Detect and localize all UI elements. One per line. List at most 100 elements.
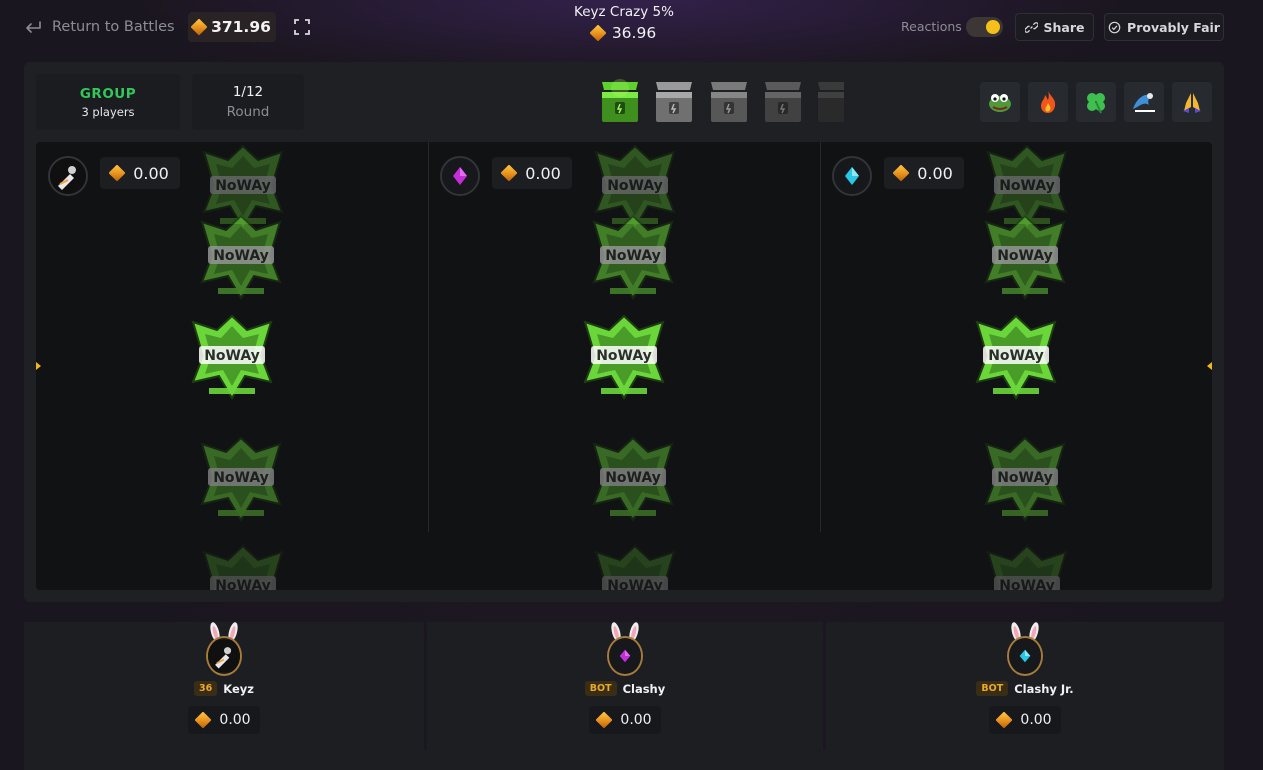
spinner-area: 0.00 0.00 0.00	[36, 142, 1212, 590]
gem-icon	[108, 164, 126, 182]
fire-reaction-icon	[1041, 91, 1056, 113]
provably-fair-label: Provably Fair	[1127, 19, 1220, 35]
toggle-knob	[986, 20, 1000, 34]
fullscreen-icon	[294, 19, 310, 35]
battle-title: Keyz Crazy 5%	[574, 4, 674, 20]
player-avatar-wrap	[204, 622, 244, 678]
return-to-battles-link[interactable]: Return to Battles	[24, 17, 175, 37]
lane-amount-value: 0.00	[525, 163, 561, 183]
share-label: Share	[1043, 19, 1085, 35]
chest-icon	[765, 82, 801, 122]
case-item-3[interactable]	[707, 78, 751, 126]
avatar	[1007, 636, 1043, 676]
fullscreen-button[interactable]	[294, 19, 310, 35]
reaction-wave-button[interactable]	[1124, 82, 1164, 122]
return-to-battles-label: Return to Battles	[52, 19, 175, 35]
player-avatar	[440, 156, 480, 196]
purple-gem-avatar-icon	[609, 640, 641, 672]
lane-amount: 0.00	[884, 157, 964, 189]
avatar-image	[208, 640, 240, 672]
player-name-row: BOT Clashy	[427, 681, 823, 696]
footer-strip	[24, 750, 1224, 770]
chest-icon	[711, 82, 747, 122]
player-cards: 36 Keyz 0.00 BOT Clashy 0.00 BOT Clashy …	[24, 622, 1224, 770]
lane-amount-value: 0.00	[917, 163, 953, 183]
avatar-image	[50, 158, 86, 194]
pepe-reaction-icon	[989, 94, 1011, 112]
battle-cost: 36.96	[524, 24, 724, 42]
round-label: Round	[226, 104, 270, 120]
gem-icon	[995, 711, 1013, 729]
cyan-gem-avatar-icon	[834, 158, 870, 194]
player-name[interactable]: Clashy	[623, 682, 666, 696]
case-queue	[598, 78, 848, 128]
case-item-active[interactable]	[598, 78, 642, 126]
player-name-row: BOT Clashy Jr.	[826, 681, 1224, 696]
avatar	[206, 636, 242, 676]
reaction-clover-button[interactable]	[1076, 82, 1116, 122]
player-avatar	[48, 156, 88, 196]
chest-icon	[656, 82, 692, 122]
player-amount-value: 0.00	[1020, 712, 1052, 728]
balance-display: 371.96	[188, 12, 276, 42]
spinner-lane-1: 0.00	[36, 142, 428, 590]
battle-cost-value: 36.96	[611, 24, 657, 42]
clover-reaction-icon	[1087, 93, 1105, 114]
case-item-5[interactable]	[814, 78, 844, 126]
player-amount: 0.00	[188, 706, 260, 734]
reactions-toggle[interactable]	[966, 17, 1003, 37]
player-amount-value: 0.00	[219, 712, 251, 728]
back-arrow-icon	[26, 21, 41, 33]
bot-badge: BOT	[976, 681, 1009, 696]
reactions-label: Reactions	[901, 19, 962, 34]
player-name[interactable]: Keyz	[223, 682, 254, 696]
top-bar: Return to Battles 371.96 Keyz Crazy 5% 3…	[0, 0, 1263, 56]
bot-badge: BOT	[584, 681, 617, 696]
player-avatar	[832, 156, 872, 196]
round-count: 1/12	[232, 84, 264, 100]
player-name[interactable]: Clashy Jr.	[1014, 682, 1073, 696]
chest-icon	[602, 79, 638, 122]
player-count: 3 players	[81, 104, 135, 119]
spinner-lane-3: 0.00	[820, 142, 1212, 590]
round-box: 1/12 Round	[192, 74, 304, 130]
provably-fair-button[interactable]: Provably Fair	[1104, 13, 1224, 41]
gem-icon	[589, 24, 607, 42]
lane-amount-value: 0.00	[133, 163, 169, 183]
player-card-2: BOT Clashy 0.00	[427, 622, 823, 750]
balance-value: 371.96	[211, 18, 271, 36]
avatar	[607, 636, 643, 676]
case-item-4[interactable]	[761, 78, 805, 126]
player-card-1: 36 Keyz 0.00	[24, 622, 424, 750]
reaction-fire-button[interactable]	[1028, 82, 1068, 122]
player-avatar-wrap	[605, 622, 645, 678]
player-avatar-wrap	[1005, 622, 1045, 678]
level-badge: 36	[194, 681, 218, 696]
share-button[interactable]: Share	[1015, 13, 1094, 41]
gem-icon	[190, 18, 208, 36]
gem-icon	[194, 711, 212, 729]
battle-mode-box: GROUP 3 players	[36, 74, 180, 130]
spinner-lane-2: 0.00	[428, 142, 820, 590]
chest-icon	[818, 82, 844, 122]
gem-icon	[595, 711, 613, 729]
gem-icon	[500, 164, 518, 182]
lane-amount: 0.00	[492, 157, 572, 189]
purple-gem-avatar-icon	[442, 158, 478, 194]
battle-mode-name: GROUP	[79, 85, 137, 102]
case-item-2[interactable]	[652, 78, 696, 126]
player-card-3: BOT Clashy Jr. 0.00	[826, 622, 1224, 750]
wave-reaction-icon	[1133, 93, 1155, 112]
reaction-pray-button[interactable]	[1172, 82, 1212, 122]
reaction-pepe-button[interactable]	[980, 82, 1020, 122]
check-circle-icon	[1108, 21, 1121, 33]
player-amount-value: 0.00	[620, 712, 652, 728]
link-icon	[1024, 21, 1038, 33]
lane-amount: 0.00	[100, 157, 180, 189]
cyan-gem-avatar-icon	[1009, 640, 1041, 672]
player-amount: 0.00	[989, 706, 1061, 734]
gem-icon	[892, 164, 910, 182]
player-name-row: 36 Keyz	[24, 681, 424, 696]
pray-reaction-icon	[1183, 93, 1201, 113]
player-amount: 0.00	[589, 706, 661, 734]
